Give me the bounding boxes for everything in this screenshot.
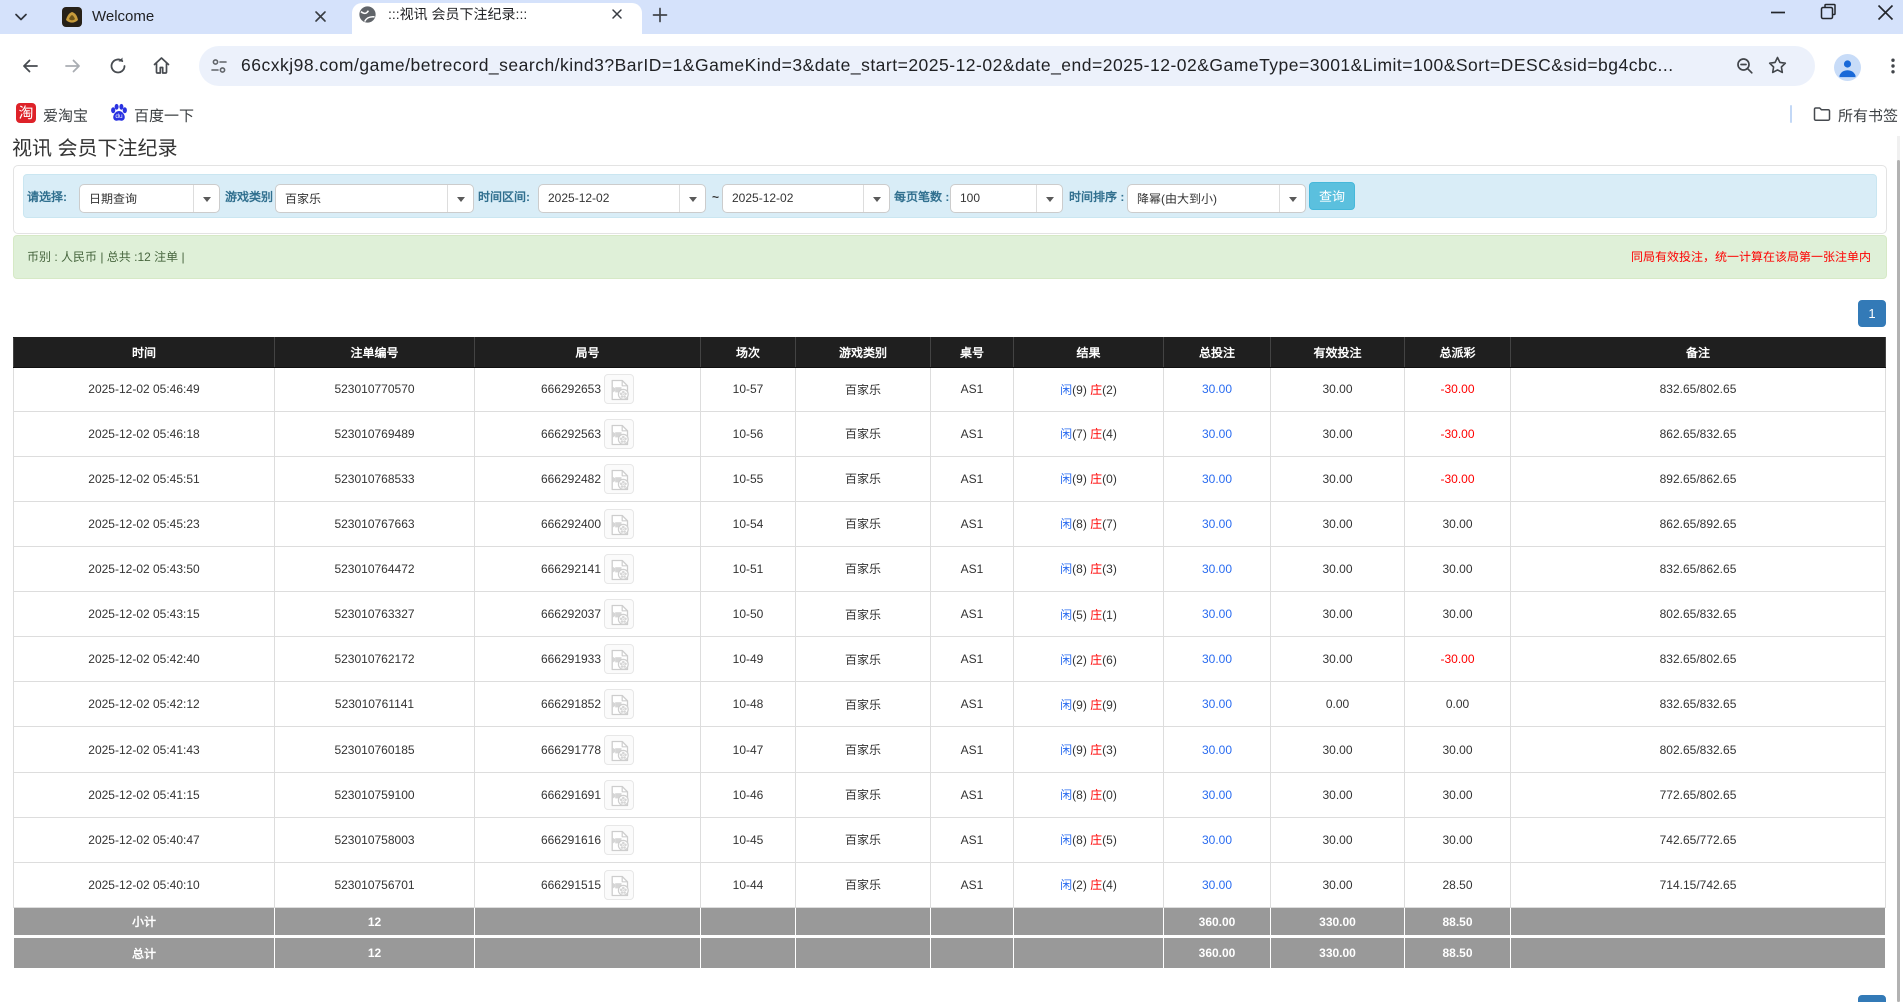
- svg-text:du: du: [115, 113, 123, 120]
